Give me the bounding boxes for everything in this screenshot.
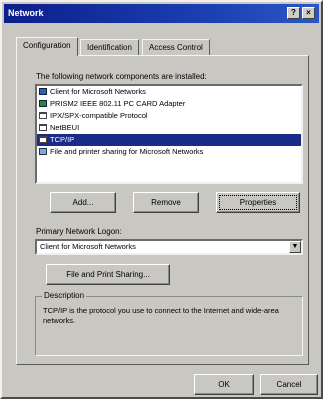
- list-item[interactable]: IPX/SPX-compatible Protocol: [37, 110, 301, 122]
- list-item-label: TCP/IP: [50, 135, 75, 144]
- tab-identification[interactable]: Identification: [80, 39, 139, 55]
- description-legend: Description: [42, 291, 87, 300]
- properties-button[interactable]: Properties: [216, 192, 300, 213]
- list-item[interactable]: File and printer sharing for Microsoft N…: [37, 146, 301, 158]
- description-group: Description TCP/IP is the protocol you u…: [35, 291, 303, 356]
- title-bar[interactable]: Network ? ×: [4, 4, 319, 23]
- file-print-sharing-button[interactable]: File and Print Sharing...: [46, 264, 170, 285]
- list-item-label: File and printer sharing for Microsoft N…: [50, 147, 204, 156]
- list-item[interactable]: Client for Microsoft Networks: [37, 86, 301, 98]
- tab-strip: Configuration Identification Access Cont…: [16, 37, 316, 56]
- list-item-selected[interactable]: TCP/IP: [37, 134, 301, 146]
- components-list[interactable]: Client for Microsoft Networks PRISM2 IEE…: [35, 84, 303, 184]
- list-item-label: PRISM2 IEEE 802.11 PC CARD Adapter: [50, 99, 186, 108]
- network-dialog: Network ? × Configuration Identification…: [0, 0, 323, 399]
- primary-logon-value: Client for Microsoft Networks: [40, 242, 136, 251]
- window-title: Network: [8, 8, 44, 18]
- cancel-button[interactable]: Cancel: [260, 374, 318, 395]
- list-item-label: Client for Microsoft Networks: [50, 87, 146, 96]
- description-text: TCP/IP is the protocol you use to connec…: [43, 306, 279, 325]
- tab-configuration[interactable]: Configuration: [16, 37, 78, 56]
- list-item-label: NetBEUI: [50, 123, 80, 132]
- add-button[interactable]: Add...: [50, 192, 116, 213]
- help-button[interactable]: ?: [287, 7, 300, 19]
- protocol-icon: [39, 112, 47, 119]
- close-button[interactable]: ×: [302, 7, 315, 19]
- primary-logon-select[interactable]: Client for Microsoft Networks ▼: [35, 239, 303, 255]
- list-item[interactable]: NetBEUI: [37, 122, 301, 134]
- network-adapter-icon: [39, 100, 47, 107]
- client-icon: [39, 88, 47, 95]
- sharing-icon: [39, 148, 47, 155]
- remove-button[interactable]: Remove: [133, 192, 199, 213]
- protocol-icon: [39, 136, 47, 143]
- list-item-label: IPX/SPX-compatible Protocol: [50, 111, 148, 120]
- components-heading: The following network components are ins…: [36, 72, 207, 81]
- chevron-down-icon[interactable]: ▼: [289, 241, 301, 253]
- protocol-icon: [39, 124, 47, 131]
- ok-button[interactable]: OK: [194, 374, 254, 395]
- list-item[interactable]: PRISM2 IEEE 802.11 PC CARD Adapter: [37, 98, 301, 110]
- primary-logon-label: Primary Network Logon:: [36, 227, 122, 236]
- tab-access-control[interactable]: Access Control: [142, 39, 210, 55]
